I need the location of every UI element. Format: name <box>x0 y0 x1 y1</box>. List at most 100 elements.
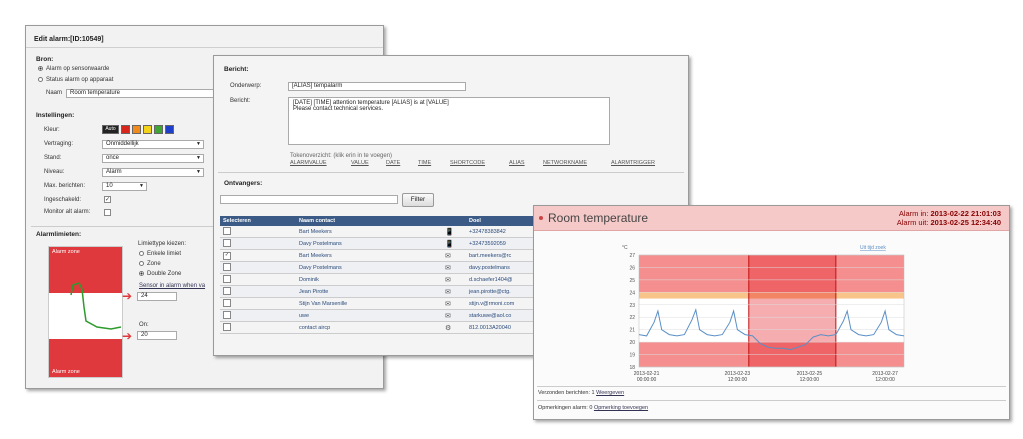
name-input[interactable]: Room temperature <box>66 89 216 98</box>
state-label: Stand: <box>44 155 62 161</box>
max-messages-select[interactable]: 10 ▼ <box>102 182 147 191</box>
table-row[interactable]: Davy Postelmans 📱 +32473592059 <box>220 237 542 250</box>
limit-option-single[interactable]: Enkele limiet <box>139 251 181 257</box>
color-auto-button[interactable]: Auto <box>102 125 119 134</box>
divider <box>537 400 1006 401</box>
message-section-label: Bericht: <box>224 66 249 73</box>
table-header: Selecteren Naam contact Doel <box>220 216 542 226</box>
alarm-period-band <box>748 255 836 367</box>
color-swatch-yellow[interactable] <box>143 125 152 134</box>
chevron-down-icon: ▼ <box>139 183 144 189</box>
mail-icon: ✉ <box>445 252 451 260</box>
level-select[interactable]: Alarm ▼ <box>102 168 204 177</box>
row-checkbox[interactable]: ✓ <box>223 251 231 260</box>
radio-icon <box>38 77 43 82</box>
table-row[interactable]: Jean Pirotte ✉ jean.pirotte@ctg. <box>220 285 542 298</box>
upper-limit-input[interactable]: 24 <box>137 292 177 301</box>
recipient-filter-input[interactable] <box>220 195 398 204</box>
limit-option-zone[interactable]: Zone <box>139 261 161 267</box>
row-checkbox[interactable] <box>223 310 231 319</box>
token-alarmvalue[interactable]: ALARMVALUE <box>290 160 327 166</box>
alarm-out-line: Alarm uit: 2013-02-25 12:34:40 <box>897 218 1001 227</box>
token-date[interactable]: DATE <box>386 160 400 166</box>
row-checkbox[interactable] <box>223 322 231 331</box>
phone-icon: 📱 <box>445 228 454 236</box>
body-line-2: Please contact technical services. <box>293 106 384 112</box>
row-checkbox[interactable] <box>223 226 231 235</box>
arrow-right-icon: ➔ <box>122 329 133 343</box>
source-option-sensor[interactable]: Alarm op sensorwaarde <box>38 66 109 72</box>
table-row[interactable]: Bart Meekers 📱 +32478383842 <box>220 226 542 238</box>
sent-messages-link[interactable]: Weergeven <box>596 390 624 396</box>
contact-name: contact aircp <box>296 321 442 334</box>
filter-button[interactable]: Filter <box>402 193 434 207</box>
row-checkbox[interactable] <box>223 274 231 283</box>
monitor-checkbox[interactable] <box>104 209 111 216</box>
remarks-text: Opmerkingen alarm: 0 <box>538 405 593 411</box>
y-tick-label: 27 <box>629 253 635 259</box>
column-header-select: Selecteren <box>220 216 296 226</box>
monitor-label: Monitor alt alarm: <box>44 209 91 215</box>
y-tick-label: 21 <box>629 328 635 334</box>
alarm-in-line: Alarm in: 2013-02-22 21:01:03 <box>899 209 1001 218</box>
settings-label: Instellingen: <box>36 112 75 119</box>
radio-icon <box>139 261 144 266</box>
token-shortcode[interactable]: SHORTCODE <box>450 160 485 166</box>
room-title: Room temperature <box>548 211 649 225</box>
token-time[interactable]: TIME <box>418 160 431 166</box>
on-label: On: <box>139 322 149 328</box>
level-label: Niveau: <box>44 169 65 175</box>
row-checkbox[interactable] <box>223 238 231 247</box>
recipients-label: Ontvangers: <box>224 180 263 187</box>
color-swatch-red[interactable] <box>121 125 130 134</box>
mail-icon: ✉ <box>445 288 451 296</box>
color-swatch-blue[interactable] <box>165 125 174 134</box>
chevron-down-icon: ▼ <box>196 169 201 175</box>
token-value[interactable]: VALUE <box>351 160 369 166</box>
delay-select[interactable]: Onmiddellijk ▼ <box>102 140 204 149</box>
token-alias[interactable]: ALIAS <box>509 160 525 166</box>
row-checkbox[interactable] <box>223 262 231 271</box>
x-tick-label: 12:00:00 <box>800 377 820 383</box>
table-row[interactable]: Dominik ✉ d.schaefer1404@ <box>220 273 542 286</box>
table-row[interactable]: Davy Postelmans ✉ davy.postelmans <box>220 261 542 274</box>
color-label: Kleur: <box>44 127 60 133</box>
token-alarmtrigger[interactable]: ALARMTRIGGER <box>611 160 655 166</box>
subject-input[interactable]: [ALIAS] tempalarm <box>288 82 466 91</box>
limits-label: Alarmlimieten: <box>36 231 82 238</box>
lower-limit-input[interactable]: 20 <box>137 331 177 340</box>
table-row[interactable]: ✓ Bart Meekers ✉ bart.meekers@rc <box>220 249 542 262</box>
column-header-target: Doel <box>466 216 542 226</box>
add-remark-link[interactable]: Opmerking toevoegen <box>594 405 648 411</box>
body-label: Bericht: <box>230 98 251 104</box>
color-swatch-orange[interactable] <box>132 125 141 134</box>
row-checkbox[interactable] <box>223 298 231 307</box>
table-row[interactable]: uwe ✉ starkuwe@aol.co <box>220 309 542 322</box>
contact-target: +32473592059 <box>466 237 542 250</box>
chevron-down-icon: ▼ <box>196 155 201 161</box>
x-tick-label: 12:00:00 <box>728 377 748 383</box>
token-networkname[interactable]: NETWORKNAME <box>543 160 587 166</box>
body-textarea[interactable]: [DATE] [TIME] attention temperature [ALI… <box>288 97 610 145</box>
table-row[interactable]: Stijn Van Marsenille ✉ stijn.v@rmoni.com <box>220 297 542 310</box>
source-option-device[interactable]: Status alarm op apparaat <box>38 77 113 83</box>
chevron-down-icon: ▼ <box>196 141 201 147</box>
state-select[interactable]: once ▼ <box>102 154 204 163</box>
chart-legend-link[interactable]: Uit tijd zoek <box>860 245 886 251</box>
bullet-icon <box>539 216 543 220</box>
color-swatch-green[interactable] <box>154 125 163 134</box>
enabled-checkbox[interactable]: ✓ <box>104 196 111 203</box>
table-row[interactable]: contact aircp ⚙ 812.0013A20040 <box>220 321 542 334</box>
mail-icon: ✉ <box>445 276 451 284</box>
limit-type-label: Limiettype kiezen: <box>138 241 187 247</box>
name-label: Naam <box>46 90 63 96</box>
limit-option-double-zone[interactable]: Double Zone <box>139 271 181 277</box>
enabled-label: Ingeschakeld: <box>44 197 82 203</box>
y-tick-label: 20 <box>629 340 635 346</box>
mail-icon: ✉ <box>445 264 451 272</box>
mail-icon: ✉ <box>445 312 451 320</box>
chart-unit-label: °C <box>622 245 628 251</box>
room-temperature-window: Room temperature Alarm in: 2013-02-22 21… <box>533 205 1010 420</box>
subject-label: Onderwerp: <box>230 83 262 89</box>
row-checkbox[interactable] <box>223 286 231 295</box>
